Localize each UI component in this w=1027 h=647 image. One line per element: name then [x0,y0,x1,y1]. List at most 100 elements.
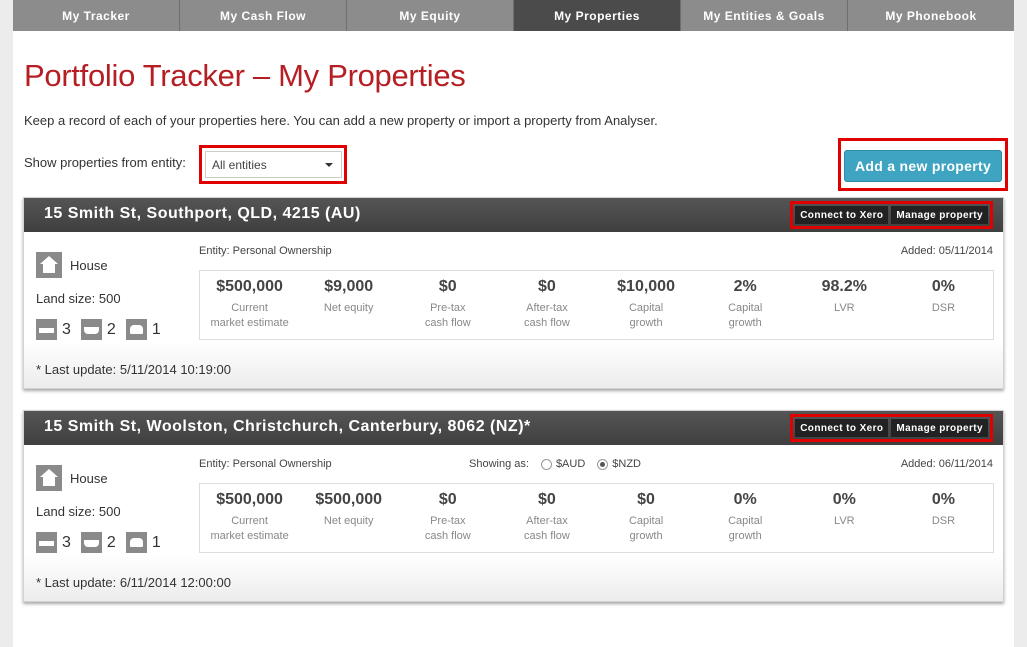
property-entity: Entity: Personal Ownership [199,458,332,470]
metric-value: $0 [538,491,556,508]
tab-my-properties[interactable]: My Properties [514,0,681,31]
highlight-box: Connect to Xero Manage property [790,414,993,442]
metric-label: Net equity [323,515,374,527]
metric-value: $0 [637,491,655,508]
bed-icon [36,532,57,553]
showing-as-label: Showing as: [469,458,529,470]
land-size: Land size: 500 [36,291,121,306]
metric-value: 0% [733,491,757,508]
metric-value: $0 [538,278,556,295]
metric-value: $10,000 [617,278,675,295]
entity-filter-label: Show properties from entity: [24,155,186,170]
connect-to-xero-button[interactable]: Connect to Xero [795,206,889,224]
property-type: House [36,465,108,491]
add-new-property-button[interactable]: Add a new property [844,150,1002,182]
metric-label: Capital growth [728,515,763,542]
metric-value: $0 [438,491,457,508]
property-card: 15 Smith St, Southport, QLD, 4215 (AU) C… [23,197,1004,389]
bedrooms-count: 3 [62,533,71,551]
property-type: House [36,252,108,278]
metric: 0% DSR [894,278,993,339]
metric: 2% Capital growth [696,278,795,339]
metric-label: DSR [931,302,956,314]
metric: $9,000 Net equity [299,278,398,339]
metric-value: $500,000 [216,491,283,508]
metric-label: Current market estimate [210,302,289,329]
property-metrics: $500,000 Current market estimate $9,000 Ne… [199,270,994,340]
tab-my-phonebook[interactable]: My Phonebook [848,0,1014,31]
property-entity: Entity: Personal Ownership [199,245,332,257]
currency-nzd-radio[interactable] [597,458,609,470]
property-header: 15 Smith St, Southport, QLD, 4215 (AU) C… [24,198,1003,232]
metric-value: 2% [733,278,757,295]
metric-label: Pre-tax cash flow [424,515,471,542]
page-container: My Tracker My Cash Flow My Equity My Pro… [13,0,1014,647]
car-icon [125,319,147,340]
metric-label: Current market estimate [210,515,289,542]
metric: 0% Capital growth [696,491,795,552]
metric-label: Capital growth [628,302,664,329]
property-body: House Land size: 500 3 2 1 * Last update… [24,232,1003,388]
metric: $500,000 Current market estimate [200,491,299,552]
metric: $0 After-tax cash flow [497,278,596,339]
tab-my-cash-flow[interactable]: My Cash Flow [180,0,347,31]
currency-nzd-label: $NZD [612,458,642,470]
bedrooms-count: 3 [62,320,71,338]
property-type-label: House [70,257,108,273]
page-title: Portfolio Tracker – My Properties [24,58,466,93]
chevron-down-icon [325,163,333,167]
metric: 0% DSR [894,491,993,552]
metric-label: Net equity [323,302,374,314]
last-update: * Last update: 5/11/2014 10:19:00 [36,362,231,377]
currency-toggle: Showing as: $AUD $NZD [469,458,641,470]
page-intro: Keep a record of each of your properties… [24,113,658,128]
property-body: House Land size: 500 3 2 1 * Last update… [24,445,1003,601]
metric-value: 98.2% [821,278,867,295]
metric-value: $500,000 [216,278,283,295]
property-features: 3 2 1 [36,319,171,340]
tab-my-equity[interactable]: My Equity [347,0,514,31]
entity-select-value: All entities [212,158,267,172]
car-spaces-count: 1 [151,320,161,338]
metric: $10,000 Capital growth [597,278,696,339]
connect-to-xero-button[interactable]: Connect to Xero [795,419,889,437]
metric: $0 Pre-tax cash flow [398,278,497,339]
metric: 0% LVR [795,491,894,552]
currency-aud-radio[interactable] [540,458,552,470]
property-metrics: $500,000 Current market estimate $500,000… [199,483,994,553]
metric-label: Capital growth [628,515,664,542]
metric: $500,000 Current market estimate [200,278,299,339]
metric-label: LVR [834,515,855,527]
metric-label: After-tax cash flow [524,302,570,329]
property-type-label: House [70,470,108,486]
metric-value: $9,000 [324,278,374,295]
metric: $0 After-tax cash flow [497,491,596,552]
car-icon [125,532,147,553]
highlight-box: Connect to Xero Manage property [790,201,993,229]
metric: $0 Pre-tax cash flow [398,491,497,552]
metric: $500,000 Net equity [299,491,398,552]
bathrooms-count: 2 [106,320,116,338]
bath-icon [80,532,102,553]
property-address: 15 Smith St, Woolston, Christchurch, Can… [44,418,531,435]
metric-value: 0% [832,491,856,508]
property-added-date: Added: 05/11/2014 [900,245,993,257]
entity-select[interactable]: All entities [205,151,342,178]
bathrooms-count: 2 [106,533,116,551]
tab-my-tracker[interactable]: My Tracker [13,0,180,31]
property-features: 3 2 1 [36,532,171,553]
tab-my-entities-goals[interactable]: My Entities & Goals [681,0,848,31]
car-spaces-count: 1 [151,533,161,551]
house-icon [36,465,62,491]
house-icon [36,252,62,278]
metric-label: After-tax cash flow [524,515,570,542]
property-card: 15 Smith St, Woolston, Christchurch, Can… [23,410,1004,602]
currency-aud-label: $AUD [555,458,586,470]
property-header: 15 Smith St, Woolston, Christchurch, Can… [24,411,1003,445]
manage-property-button[interactable]: Manage property [891,206,988,224]
metric-label: LVR [834,302,855,314]
land-size: Land size: 500 [36,504,121,519]
manage-property-button[interactable]: Manage property [891,419,988,437]
metric: $0 Capital growth [597,491,696,552]
metric-value: $500,000 [315,491,383,508]
